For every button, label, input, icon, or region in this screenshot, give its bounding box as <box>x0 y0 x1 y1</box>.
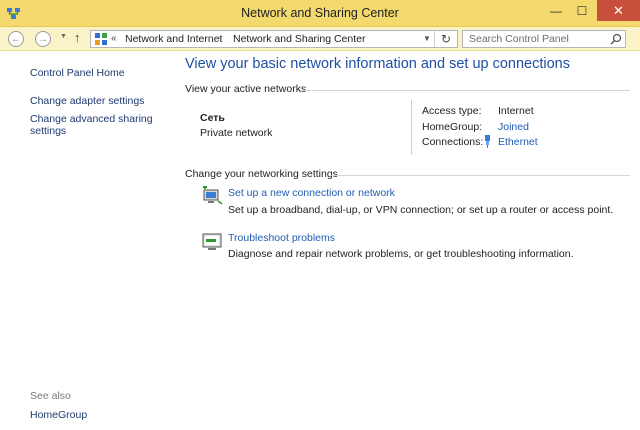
homegroup-joined-link[interactable]: Joined <box>498 121 529 133</box>
homegroup-link[interactable]: HomeGroup <box>30 409 170 421</box>
access-type-label: Access type: <box>422 105 482 117</box>
address-bar[interactable]: « Network and Internet › Network and Sha… <box>90 30 458 48</box>
minimize-button[interactable]: — <box>543 0 569 21</box>
breadcrumb-separator[interactable]: › <box>219 33 222 43</box>
network-type: Private network <box>200 127 273 139</box>
see-also-label: See also <box>30 390 71 402</box>
main-content: View your basic network information and … <box>185 52 635 430</box>
forward-button[interactable]: → <box>35 31 51 47</box>
page-title: View your basic network information and … <box>185 56 571 72</box>
new-connection-icon[interactable] <box>201 186 223 206</box>
section-divider <box>330 175 630 176</box>
set-up-new-connection-link[interactable]: Set up a new connection or network <box>228 187 395 199</box>
set-up-new-connection-description: Set up a broadband, dial-up, or VPN conn… <box>228 204 614 216</box>
left-pane: Control Panel Home Change adapter settin… <box>0 52 175 430</box>
search-box[interactable]: Search Control Panel <box>462 30 626 48</box>
ethernet-connection-link[interactable]: Ethernet <box>498 136 538 148</box>
vertical-divider <box>411 100 412 155</box>
access-type-value: Internet <box>498 105 534 117</box>
change-advanced-sharing-settings-link[interactable]: Change advanced sharing settings <box>30 113 170 137</box>
control-panel-home-link[interactable]: Control Panel Home <box>30 67 170 79</box>
up-button[interactable]: ↑ <box>74 30 81 45</box>
title-bar: Network and Sharing Center — ☐ ✕ <box>0 0 640 27</box>
close-button[interactable]: ✕ <box>597 0 640 21</box>
breadcrumb-overflow[interactable]: « <box>111 33 117 44</box>
refresh-button[interactable]: ↻ <box>434 31 457 47</box>
troubleshoot-problems-link[interactable]: Troubleshoot problems <box>228 232 335 244</box>
connections-label: Connections: <box>422 136 484 148</box>
network-name: Сеть <box>200 112 225 124</box>
maximize-button[interactable]: ☐ <box>569 0 595 21</box>
section-divider <box>300 90 630 91</box>
control-panel-icon <box>95 33 107 45</box>
search-icon[interactable] <box>610 33 622 45</box>
active-networks-header: View your active networks <box>185 83 307 95</box>
homegroup-label: HomeGroup: <box>422 121 483 133</box>
change-adapter-settings-link[interactable]: Change adapter settings <box>30 95 170 107</box>
recent-locations-dropdown[interactable]: ▼ <box>60 33 67 40</box>
troubleshoot-problems-description: Diagnose and repair network problems, or… <box>228 248 574 260</box>
back-button[interactable]: ← <box>8 31 24 47</box>
troubleshoot-icon[interactable] <box>201 232 223 252</box>
navigation-bar: ← → ▼ ↑ « Network and Internet › Network… <box>0 27 640 51</box>
breadcrumb-network-and-sharing-center[interactable]: Network and Sharing Center <box>233 33 366 45</box>
change-settings-header: Change your networking settings <box>185 168 338 180</box>
ethernet-icon[interactable] <box>483 135 492 148</box>
search-input[interactable]: Search Control Panel <box>469 33 569 45</box>
breadcrumb-network-and-internet[interactable]: Network and Internet <box>125 33 222 45</box>
address-dropdown-icon[interactable]: ▼ <box>423 34 431 43</box>
